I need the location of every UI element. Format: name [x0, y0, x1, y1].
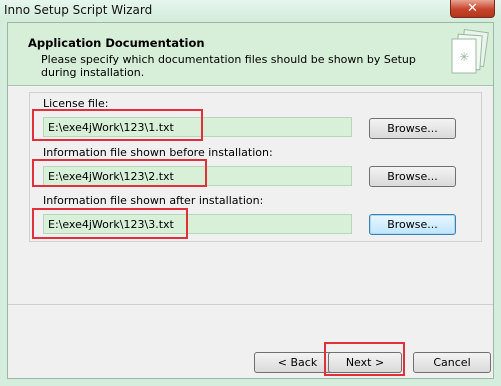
wizard-client-area: Application Documentation Please specify…: [7, 22, 494, 379]
window-title: Inno Setup Script Wizard: [4, 3, 153, 17]
license-browse-button[interactable]: Browse...: [369, 118, 456, 139]
cancel-button[interactable]: Cancel: [413, 352, 491, 373]
wizard-header: Application Documentation Please specify…: [8, 23, 493, 86]
title-bar: Inno Setup Script Wizard ✕: [0, 0, 501, 22]
footer-separator: [8, 304, 493, 305]
annotation-box-before: [32, 159, 207, 187]
after-install-label: Information file shown after installatio…: [43, 194, 264, 207]
page-subtitle: Please specify which documentation files…: [41, 53, 416, 79]
after-install-browse-button[interactable]: Browse...: [369, 214, 456, 235]
svg-text:✳: ✳: [459, 50, 469, 64]
annotation-box-next: [324, 342, 405, 376]
annotation-box-license: [32, 109, 203, 141]
wizard-pages-icon: ✳: [451, 29, 489, 74]
before-install-label: Information file shown before installati…: [43, 146, 273, 159]
close-icon: ✕: [467, 1, 478, 16]
annotation-box-after: [32, 208, 188, 239]
before-install-browse-button[interactable]: Browse...: [369, 166, 456, 187]
page-title: Application Documentation: [28, 36, 205, 50]
close-button[interactable]: ✕: [450, 0, 495, 18]
